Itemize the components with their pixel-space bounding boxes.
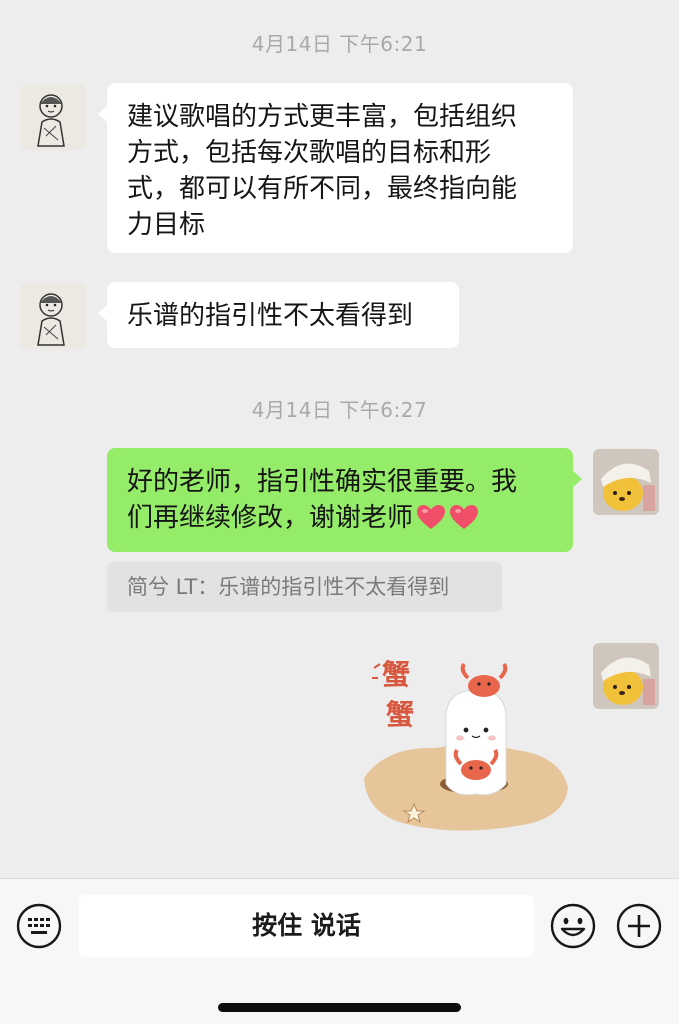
message-text-line: 好的老师，指引性确实很重要。我 xyxy=(127,467,518,497)
input-bar: 按住 说话 xyxy=(0,878,679,1024)
plus-icon[interactable] xyxy=(616,903,662,949)
heart-icon xyxy=(416,504,446,530)
sticker-text-char: 蟹 xyxy=(382,658,410,691)
message-bubble[interactable]: 建议歌唱的方式更丰富，包括组织 方式，包括每次歌唱的目标和形 式，都可以有所不同… xyxy=(98,83,573,253)
my-avatar[interactable] xyxy=(593,643,659,709)
contact-avatar[interactable] xyxy=(20,84,86,150)
smiley-icon[interactable] xyxy=(550,903,596,949)
timestamp: 4月14日 下午6:27 xyxy=(251,398,428,422)
message-text-line: 方式，包括每次歌唱的目标和形 xyxy=(127,138,492,168)
contact-avatar[interactable] xyxy=(20,283,86,349)
my-avatar[interactable] xyxy=(593,449,659,515)
home-indicator xyxy=(218,1003,461,1012)
message-text: 乐谱的指引性不太看得到 xyxy=(127,301,414,331)
sticker-text-char: 蟹 xyxy=(386,698,414,731)
chat-area[interactable]: 4月14日 下午6:21 建议歌唱的方式更丰富，包括组织 方式，包括每次歌唱的目… xyxy=(0,0,679,878)
hold-to-talk-button[interactable]: 按住 说话 xyxy=(79,895,534,957)
message-text-line: 式，都可以有所不同，最终指向能 xyxy=(127,174,518,204)
quoted-message[interactable]: 简兮 LT：乐谱的指引性不太看得到 xyxy=(107,562,502,612)
message-text-line: 力目标 xyxy=(127,210,206,240)
my-message-bubble[interactable]: 好的老师，指引性确实很重要。我 们再继续修改，谢谢老师 xyxy=(107,448,582,552)
message-text-line: 建议歌唱的方式更丰富，包括组织 xyxy=(127,102,518,132)
heart-icon xyxy=(449,504,479,530)
keyboard-icon[interactable] xyxy=(16,903,62,949)
timestamp: 4月14日 下午6:21 xyxy=(251,32,428,56)
message-text-line: 们再继续修改，谢谢老师 xyxy=(127,503,414,533)
crab-sticker[interactable]: 蟹 蟹 xyxy=(356,648,572,838)
message-bubble[interactable]: 乐谱的指引性不太看得到 xyxy=(98,282,459,348)
